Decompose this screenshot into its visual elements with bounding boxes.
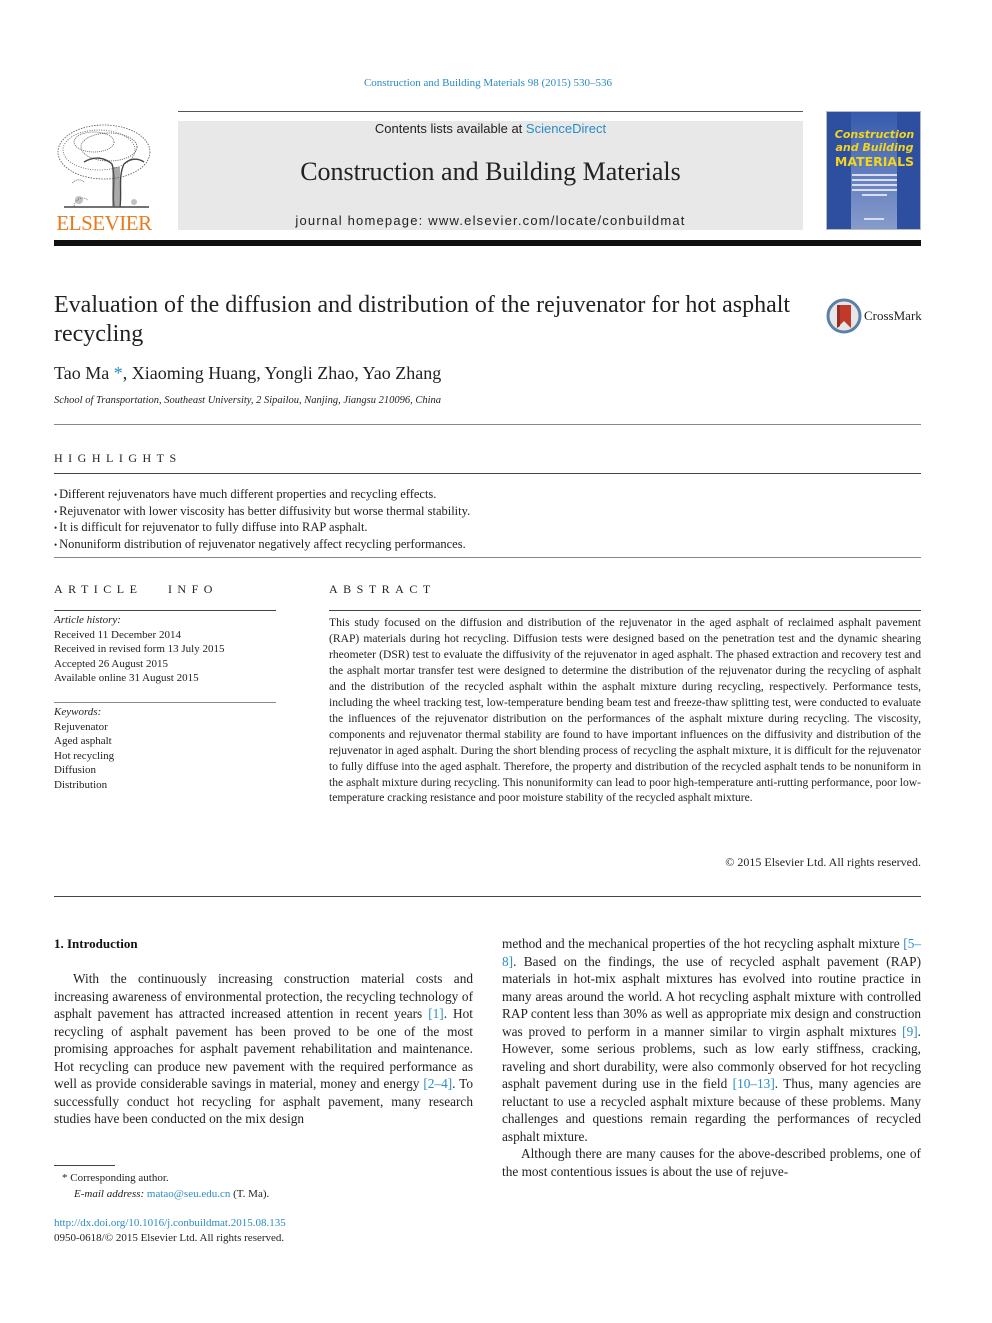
- header-thick-rule: [54, 240, 921, 246]
- cover-fine-print: [864, 218, 884, 220]
- keyword: Diffusion: [54, 764, 96, 776]
- abstract-text: This study focused on the diffusion and …: [329, 616, 921, 805]
- footnote: * Corresponding author. E-mail address: …: [54, 1170, 269, 1202]
- journal-cover-thumbnail[interactable]: Construction and Building MATERIALS: [826, 111, 921, 230]
- intro-paragraph: With the continuously increasing constru…: [54, 970, 473, 1128]
- keywords: Keywords: Rejuvenator Aged asphalt Hot r…: [54, 705, 276, 792]
- section-divider: [54, 557, 921, 558]
- tree-icon: [57, 124, 151, 208]
- body-column-right: method and the mechanical properties of …: [502, 935, 921, 1180]
- email-link[interactable]: matao@seu.edu.cn: [147, 1188, 230, 1200]
- article-info-rule: [54, 610, 276, 611]
- cover-title-line1: Construction: [834, 128, 915, 141]
- crossmark-label: CrossMark: [864, 308, 922, 323]
- author-names-rest: , Xiaoming Huang, Yongli Zhao, Yao Zhang: [122, 363, 442, 383]
- affiliation: School of Transportation, Southeast Univ…: [54, 395, 442, 406]
- introduction-heading: 1. Introduction: [54, 936, 138, 951]
- crossmark-icon: [826, 298, 862, 334]
- history-received: Received 11 December 2014: [54, 628, 181, 641]
- keyword: Rejuvenator: [54, 720, 108, 733]
- keyword: Hot recycling: [54, 749, 115, 762]
- issn-copyright: 0950-0618/© 2015 Elsevier Ltd. All right…: [54, 1232, 285, 1244]
- reference-link[interactable]: [9]: [902, 1024, 918, 1039]
- homepage-url-link[interactable]: www.elsevier.com/locate/conbuildmat: [428, 213, 685, 228]
- journal-homepage: journal homepage: www.elsevier.com/locat…: [178, 213, 803, 228]
- cover-fine-print: [852, 189, 897, 191]
- highlights-rule: [54, 473, 921, 474]
- sciencedirect-link[interactable]: ScienceDirect: [526, 121, 606, 136]
- reference-link[interactable]: [2–4]: [423, 1076, 452, 1091]
- history-online: Available online 31 August 2015: [54, 672, 199, 684]
- contents-line: Contents lists available at ScienceDirec…: [178, 121, 803, 136]
- doi-block: http://dx.doi.org/10.1016/j.conbuildmat.…: [54, 1216, 286, 1246]
- cover-fine-print: [852, 184, 897, 186]
- body-text: . Based on the findings, the use of recy…: [502, 953, 921, 1039]
- reference-link[interactable]: [10–13]: [733, 1076, 775, 1091]
- cover-fine-print: [852, 174, 897, 176]
- keywords-rule: [54, 702, 276, 703]
- intro-paragraph-continued: method and the mechanical properties of …: [502, 935, 921, 1145]
- section-divider: [54, 896, 921, 897]
- highlight-item: It is difficult for rejuvenator to fully…: [54, 520, 470, 537]
- keyword: Aged asphalt: [54, 735, 112, 747]
- corresponding-author-note: * Corresponding author.: [54, 1170, 269, 1186]
- body-text: method and the mechanical properties of …: [502, 936, 904, 951]
- homepage-label: journal homepage:: [295, 213, 429, 228]
- highlights-heading: HIGHLIGHTS: [54, 451, 182, 465]
- article-info-heading: ARTICLE INFO: [54, 582, 218, 596]
- corresponding-author-mark[interactable]: *: [114, 363, 123, 383]
- cover-title-line3: MATERIALS: [834, 154, 915, 169]
- article-title: Evaluation of the diffusion and distribu…: [54, 292, 791, 347]
- keyword: Distribution: [54, 778, 108, 791]
- history-revised: Received in revised form 13 July 2015: [54, 643, 225, 655]
- footnote-rule: [54, 1165, 115, 1166]
- journal-title: Construction and Building Materials: [300, 157, 681, 186]
- highlight-item: Different rejuvenators have much differe…: [54, 487, 470, 504]
- reference-link[interactable]: [1]: [428, 1006, 444, 1021]
- doi-link[interactable]: http://dx.doi.org/10.1016/j.conbuildmat.…: [54, 1217, 286, 1229]
- email-label: E-mail address:: [74, 1188, 147, 1200]
- author-list: Tao Ma *, Xiaoming Huang, Yongli Zhao, Y…: [54, 363, 441, 384]
- elsevier-wordmark: ELSEVIER: [56, 211, 152, 235]
- body-column-left: With the continuously increasing constru…: [54, 970, 473, 1128]
- highlight-item: Nonuniform distribution of rejuvenator n…: [54, 537, 470, 554]
- body-text: With the continuously increasing constru…: [54, 971, 473, 1021]
- journal-citation-link[interactable]: Construction and Building Materials 98 (…: [0, 77, 976, 89]
- keywords-label: Keywords:: [54, 706, 102, 718]
- footnote-text: Corresponding author.: [67, 1172, 169, 1184]
- header-top-rule: [178, 111, 803, 112]
- cover-title-line2: and Building: [835, 141, 914, 154]
- history-accepted: Accepted 26 August 2015: [54, 657, 168, 670]
- contents-prefix: Contents lists available at: [374, 121, 526, 136]
- abstract-copyright: © 2015 Elsevier Ltd. All rights reserved…: [725, 855, 921, 869]
- highlights-list: Different rejuvenators have much differe…: [54, 487, 470, 554]
- cover-fine-print: [862, 194, 887, 196]
- intro-paragraph: Although there are many causes for the a…: [502, 1146, 921, 1179]
- email-note: E-mail address: matao@seu.edu.cn (T. Ma)…: [54, 1186, 269, 1202]
- abstract-heading: ABSTRACT: [329, 582, 436, 596]
- abstract-rule: [329, 610, 921, 611]
- author-name[interactable]: Tao Ma: [54, 363, 109, 383]
- cover-fine-print: [852, 179, 897, 181]
- article-history-label: Article history:: [54, 614, 121, 626]
- email-suffix: (T. Ma).: [230, 1188, 270, 1200]
- highlight-item: Rejuvenator with lower viscosity has bet…: [54, 504, 470, 521]
- article-history: Article history: Received 11 December 20…: [54, 613, 276, 686]
- section-divider: [54, 424, 921, 425]
